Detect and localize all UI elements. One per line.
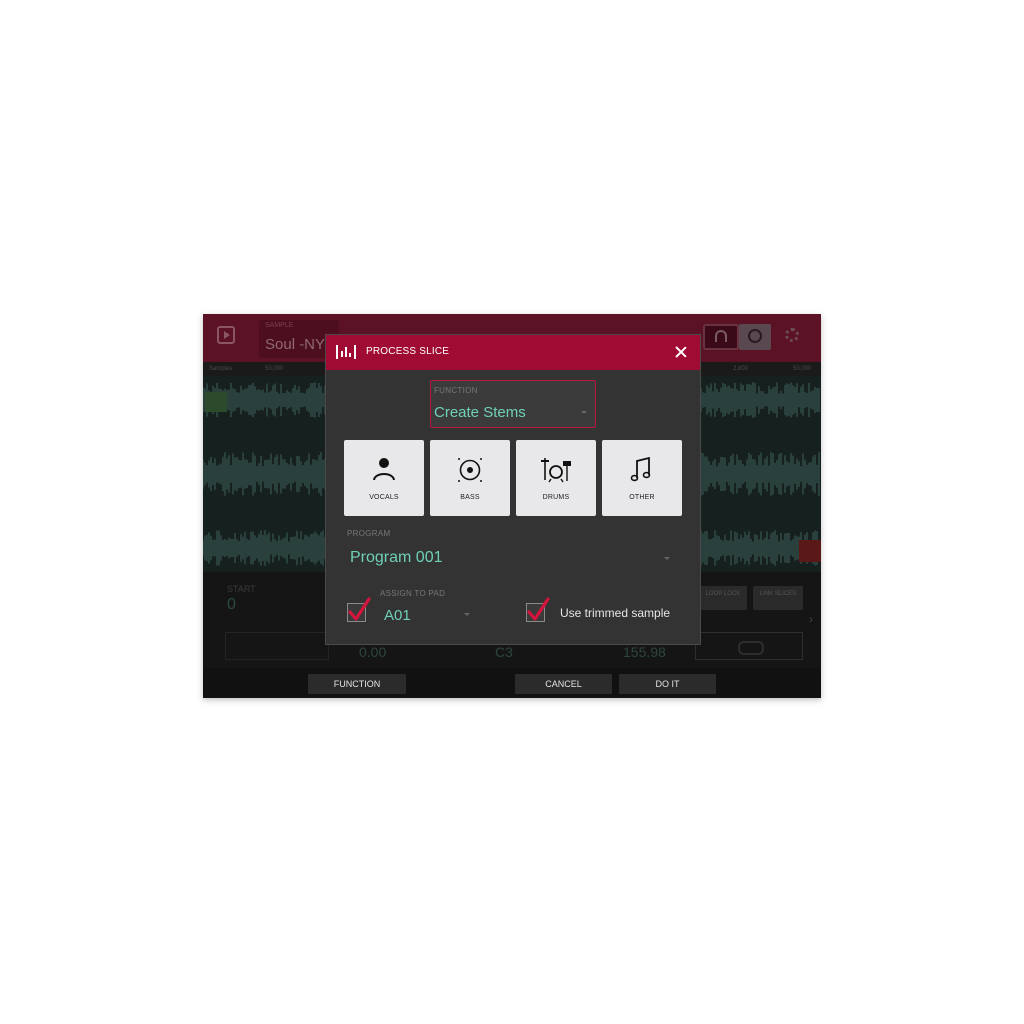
start-label: START <box>227 584 256 594</box>
chevron-down-icon <box>664 557 670 560</box>
function-dropdown[interactable]: FUNCTION Create Stems <box>430 380 596 428</box>
dialog-title: PROCESS SLICE <box>366 346 450 357</box>
ruler-label: 50,000 <box>793 366 812 372</box>
param-value: 155.98 <box>623 644 666 660</box>
assign-value: A01 <box>384 607 411 624</box>
function-caption: FUNCTION <box>434 386 478 395</box>
sample-edit-mode-icon <box>217 326 235 344</box>
bass-icon <box>458 458 482 482</box>
close-icon[interactable] <box>672 343 690 361</box>
headphone-icon <box>703 324 739 350</box>
chevron-down-icon <box>464 613 470 616</box>
param-value: C3 <box>495 644 513 660</box>
use-trimmed-label: Use trimmed sample <box>560 606 671 620</box>
checkmark-icon <box>527 597 550 621</box>
param-value: 0.00 <box>359 644 387 660</box>
slice-start-marker <box>205 392 227 412</box>
do-it-button[interactable]: DO IT <box>619 674 716 694</box>
param-box <box>225 632 329 660</box>
checkmark-icon <box>348 597 371 621</box>
start-value: 0 <box>227 596 236 613</box>
loop-icon <box>695 632 803 660</box>
assign-to-pad-checkbox[interactable] <box>347 597 371 622</box>
chevron-down-icon <box>581 411 587 414</box>
pad-dropdown[interactable]: ASSIGN TO PAD A01 <box>376 585 472 625</box>
bass-button[interactable]: BASS <box>430 440 510 516</box>
program-dropdown[interactable]: PROGRAM Program 001 <box>342 525 672 571</box>
chevron-right-icon: › <box>809 612 813 626</box>
function-value: Create Stems <box>434 404 526 421</box>
stems-logo-icon <box>336 345 356 359</box>
ruler-label: 50,000 <box>265 366 284 372</box>
dialog-header: PROCESS SLICE <box>326 335 700 370</box>
vocals-button[interactable]: VOCALS <box>344 440 424 516</box>
link-slices-button: LINK SLICES <box>753 586 803 610</box>
program-value: Program 001 <box>350 549 443 566</box>
drums-icon <box>541 458 571 483</box>
gear-icon <box>785 328 799 342</box>
other-label: OTHER <box>629 494 655 501</box>
drums-button[interactable]: DRUMS <box>516 440 596 516</box>
sample-caption: SAMPLE <box>265 322 294 329</box>
zoom-icon <box>739 324 771 350</box>
slice-end-marker <box>799 540 821 562</box>
other-icon <box>630 456 651 482</box>
other-button[interactable]: OTHER <box>602 440 682 516</box>
cancel-button[interactable]: CANCEL <box>515 674 612 694</box>
process-slice-dialog: PROCESS SLICE FUNCTION Create Stems VOCA… <box>325 334 701 645</box>
softkey-bar <box>203 668 821 698</box>
vocals-icon <box>373 458 395 481</box>
use-trimmed-checkbox[interactable] <box>526 597 550 622</box>
loop-lock-button: LOOP LOCK <box>699 586 747 610</box>
program-caption: PROGRAM <box>347 529 391 538</box>
bass-label: BASS <box>460 494 480 501</box>
drums-label: DRUMS <box>542 494 570 501</box>
function-softkey[interactable]: FUNCTION <box>308 674 406 694</box>
vocals-label: VOCALS <box>369 494 399 501</box>
device-screen: SAMPLE Soul -NY S Samples 50,000 2,800 5… <box>203 314 821 698</box>
ruler-label: Samples <box>209 366 233 372</box>
ruler-label: 2,800 <box>733 366 749 372</box>
assign-caption: ASSIGN TO PAD <box>380 589 446 598</box>
